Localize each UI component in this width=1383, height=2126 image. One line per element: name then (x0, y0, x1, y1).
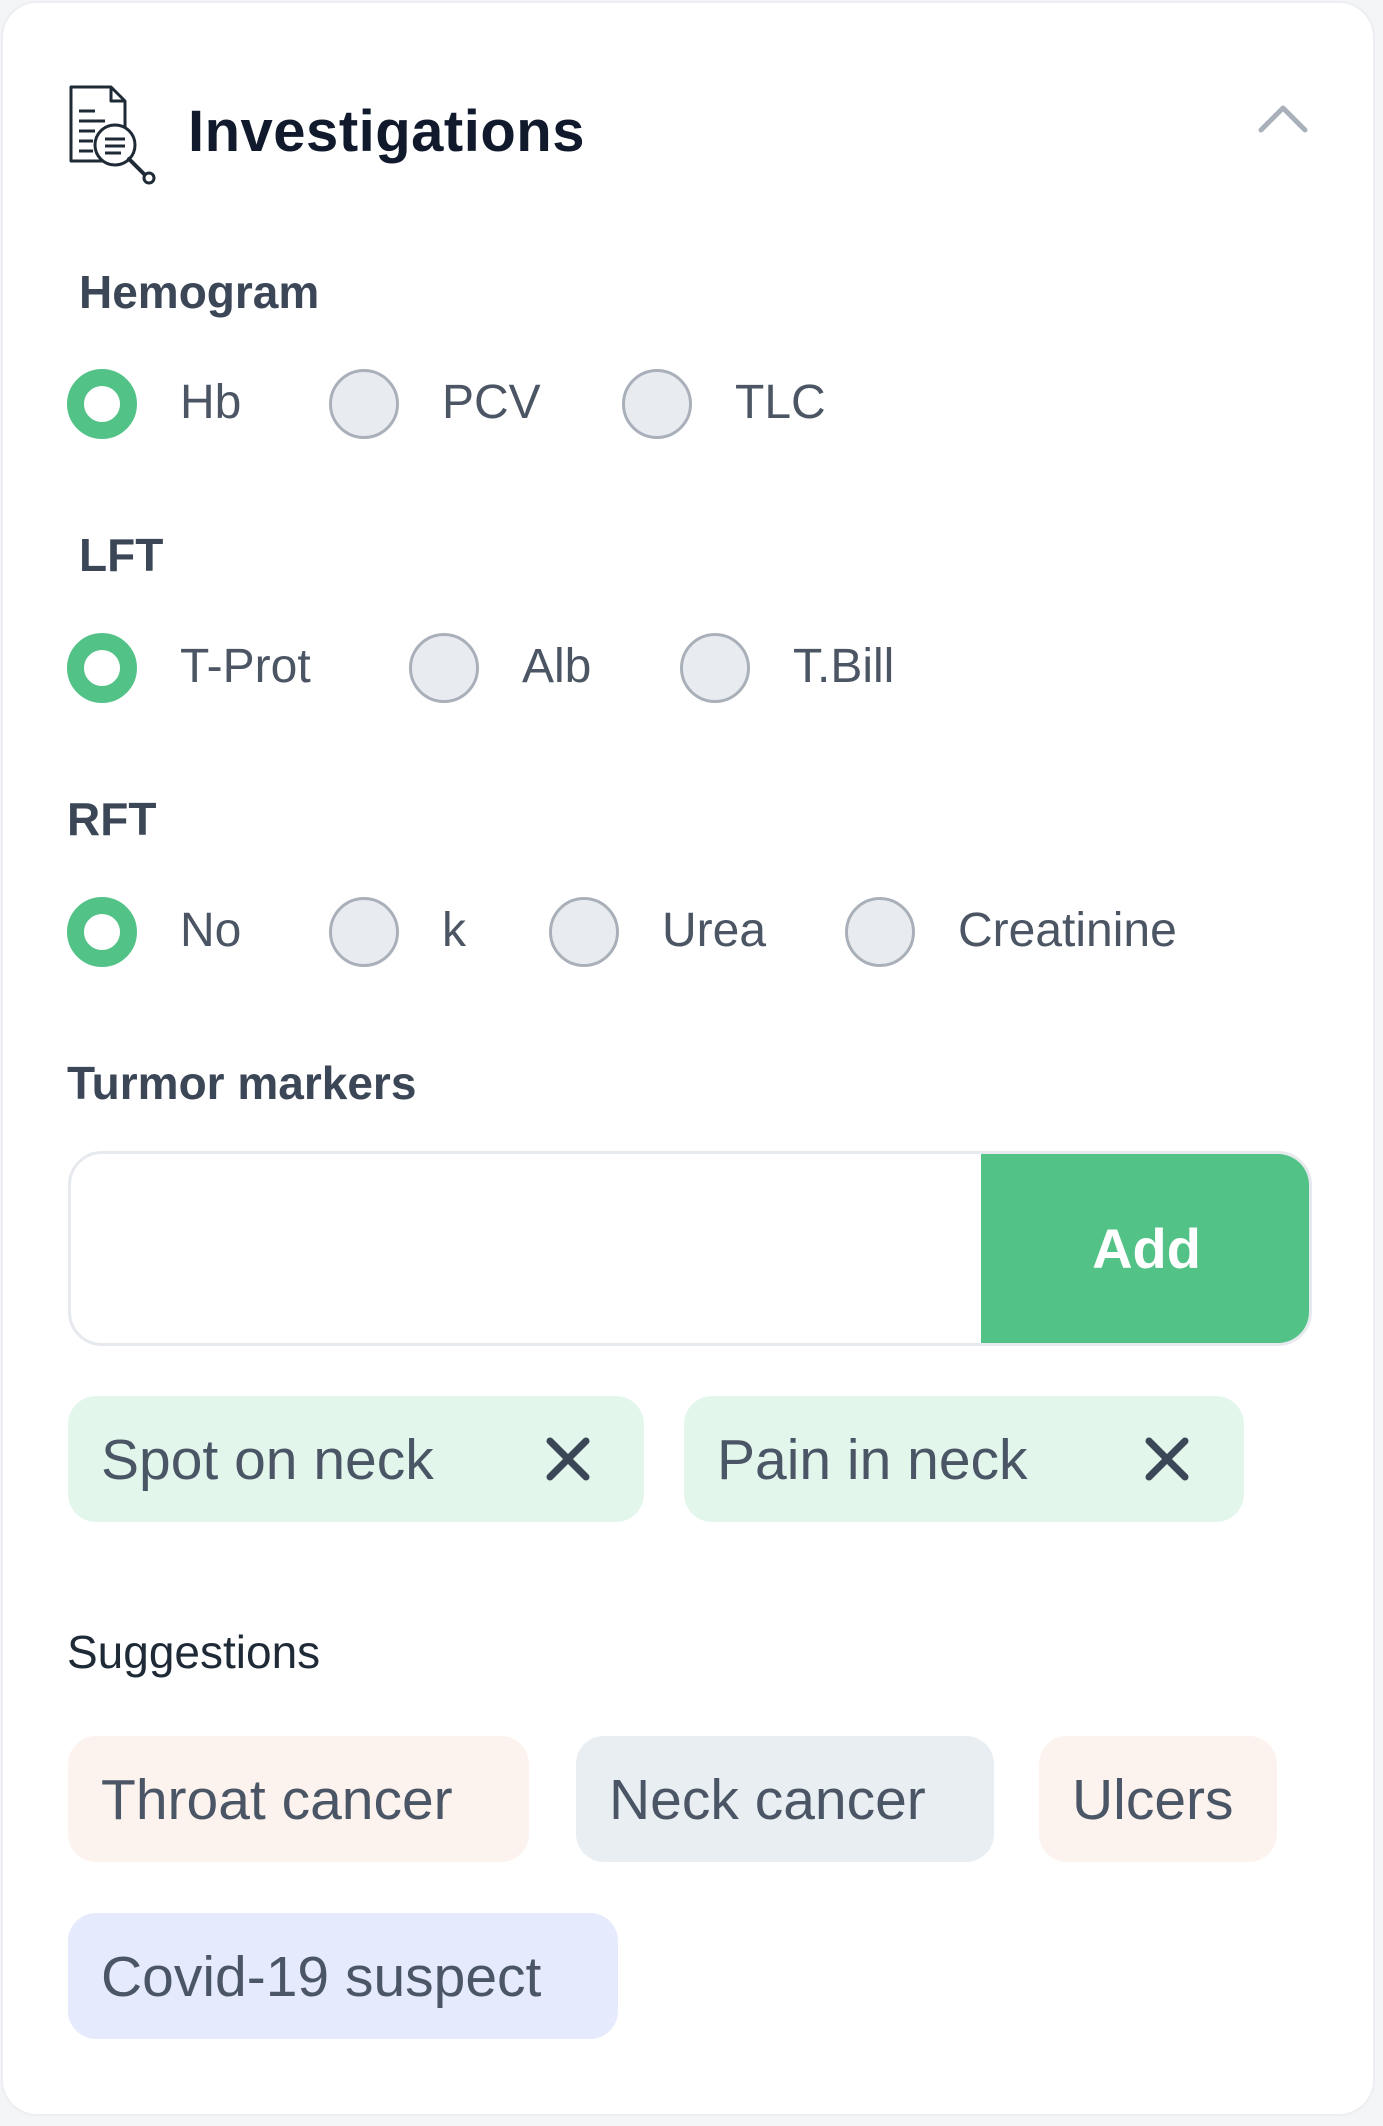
radio-label: Hb (180, 376, 242, 429)
radio-indicator[interactable] (549, 897, 619, 967)
close-icon[interactable] (1139, 1431, 1195, 1487)
tumor-marker-input-group: Add (68, 1151, 1312, 1346)
suggestions-label: Suggestions (67, 1626, 321, 1678)
radio-indicator[interactable] (680, 633, 750, 703)
radio-indicator[interactable] (67, 369, 137, 439)
suggestion-throat-cancer[interactable]: Throat cancer (68, 1736, 529, 1862)
tag-label: Spot on neck (101, 1428, 434, 1492)
radio-label: Alb (522, 640, 592, 693)
close-icon[interactable] (540, 1431, 596, 1487)
document-search-icon (69, 85, 156, 185)
add-button[interactable]: Add (981, 1154, 1309, 1343)
radio-label: k (442, 904, 466, 957)
radio-label: TLC (735, 376, 826, 429)
radio-label: Creatinine (958, 904, 1177, 957)
page-title: Investigations (188, 99, 585, 164)
radio-label: No (180, 904, 242, 957)
radio-label: T-Prot (180, 640, 311, 693)
investigations-card: Investigations Hemogram Hb PCV TLC LFT T… (3, 3, 1373, 2114)
suggestion-neck-cancer[interactable]: Neck cancer (576, 1736, 994, 1862)
radio-indicator[interactable] (845, 897, 915, 967)
suggestion-label: Covid-19 suspect (101, 1945, 542, 2009)
radio-indicator[interactable] (622, 369, 692, 439)
suggestion-label: Ulcers (1072, 1768, 1234, 1832)
tumor-markers-label: Turmor markers (67, 1057, 417, 1109)
radio-label: T.Bill (793, 640, 895, 693)
tag-label: Pain in neck (717, 1428, 1028, 1492)
radio-indicator[interactable] (329, 897, 399, 967)
radio-indicator[interactable] (329, 369, 399, 439)
suggestion-covid-19-suspect[interactable]: Covid-19 suspect (68, 1913, 618, 2039)
radio-label: PCV (442, 376, 541, 429)
chevron-up-icon[interactable] (1248, 93, 1318, 143)
hemogram-label: Hemogram (79, 266, 320, 318)
tag-pain-in-neck: Pain in neck (684, 1396, 1244, 1522)
lft-label: LFT (79, 529, 164, 581)
tumor-marker-input[interactable] (71, 1154, 979, 1343)
suggestion-ulcers[interactable]: Ulcers (1039, 1736, 1277, 1862)
radio-indicator[interactable] (67, 897, 137, 967)
radio-indicator[interactable] (409, 633, 479, 703)
radio-indicator[interactable] (67, 633, 137, 703)
tag-spot-on-neck: Spot on neck (68, 1396, 644, 1522)
suggestion-label: Throat cancer (101, 1768, 453, 1832)
suggestion-label: Neck cancer (609, 1768, 926, 1832)
radio-label: Urea (662, 904, 767, 957)
rft-label: RFT (67, 793, 157, 845)
